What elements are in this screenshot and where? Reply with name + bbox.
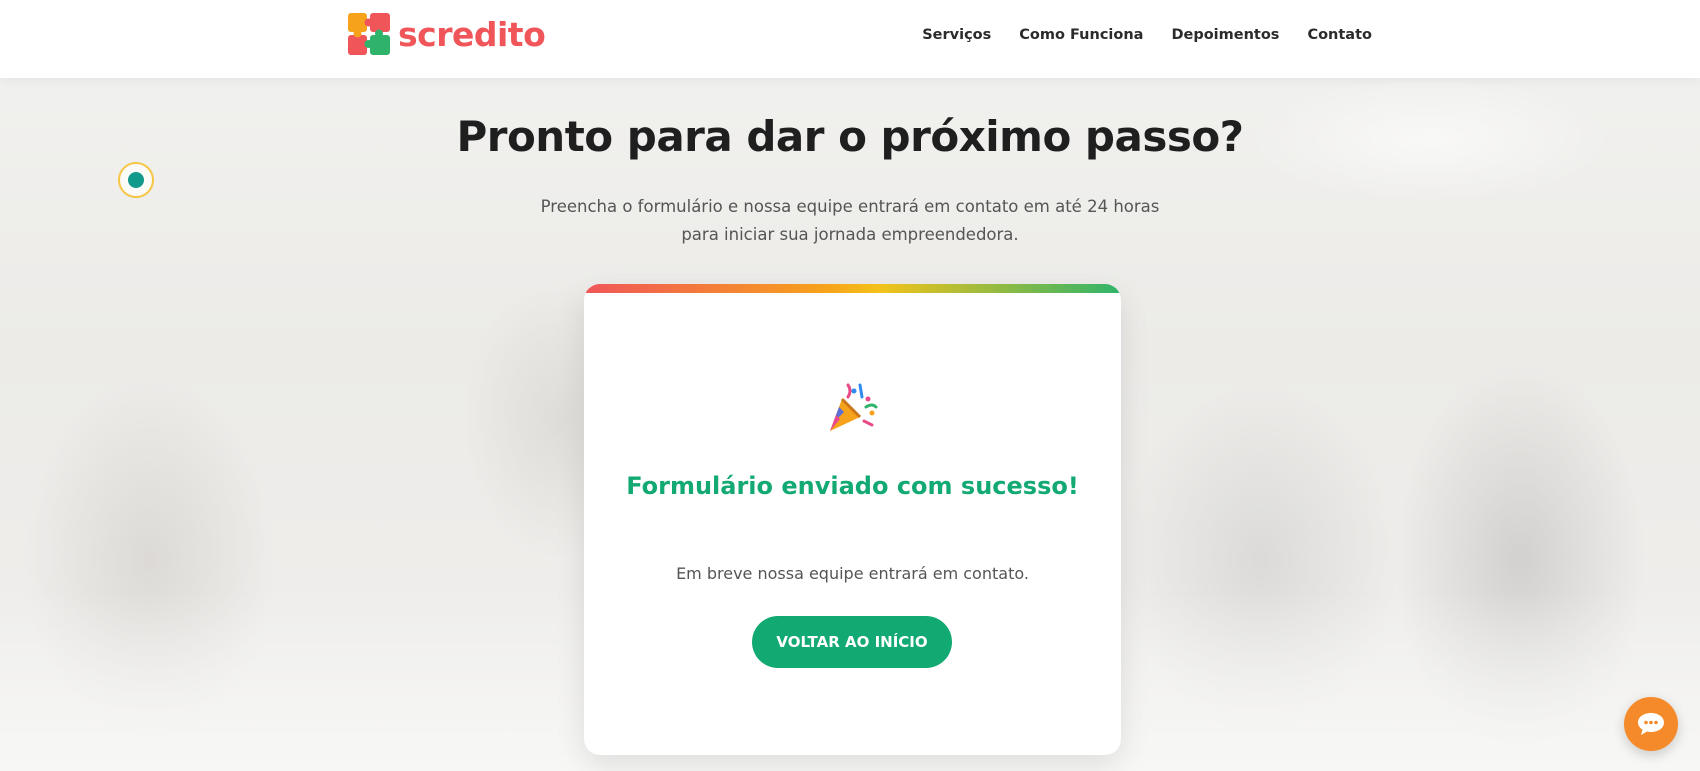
chat-bubble-icon [1638, 713, 1664, 735]
nav-item-como-funciona[interactable]: Como Funciona [1019, 27, 1143, 43]
nav-item-servicos[interactable]: Serviços [922, 27, 991, 43]
party-popper-icon [830, 383, 878, 431]
brand-name: scredito [398, 14, 546, 54]
site-header: scredito Serviços Como Funciona Depoimen… [0, 0, 1700, 78]
success-title: Formulário enviado com sucesso! [626, 472, 1079, 500]
chat-button[interactable] [1624, 697, 1678, 751]
page-title: Pronto para dar o próximo passo? [456, 112, 1244, 161]
nav-item-contato[interactable]: Contato [1307, 27, 1372, 43]
nav-item-depoimentos[interactable]: Depoimentos [1171, 27, 1279, 43]
page-subtitle: Preencha o formulário e nossa equipe ent… [540, 197, 1160, 244]
success-message: Em breve nossa equipe entrará em contato… [676, 564, 1029, 583]
puzzle-logo-icon [348, 13, 390, 55]
success-card: Formulário enviado com sucesso! Em breve… [584, 284, 1121, 755]
decorative-dot-icon [118, 162, 154, 198]
main-nav: Serviços Como Funciona Depoimentos Conta… [922, 27, 1372, 43]
back-to-home-button[interactable]: VOLTAR AO INÍCIO [752, 616, 952, 668]
logo-link[interactable]: scredito [348, 13, 546, 55]
card-gradient-bar [584, 284, 1121, 293]
